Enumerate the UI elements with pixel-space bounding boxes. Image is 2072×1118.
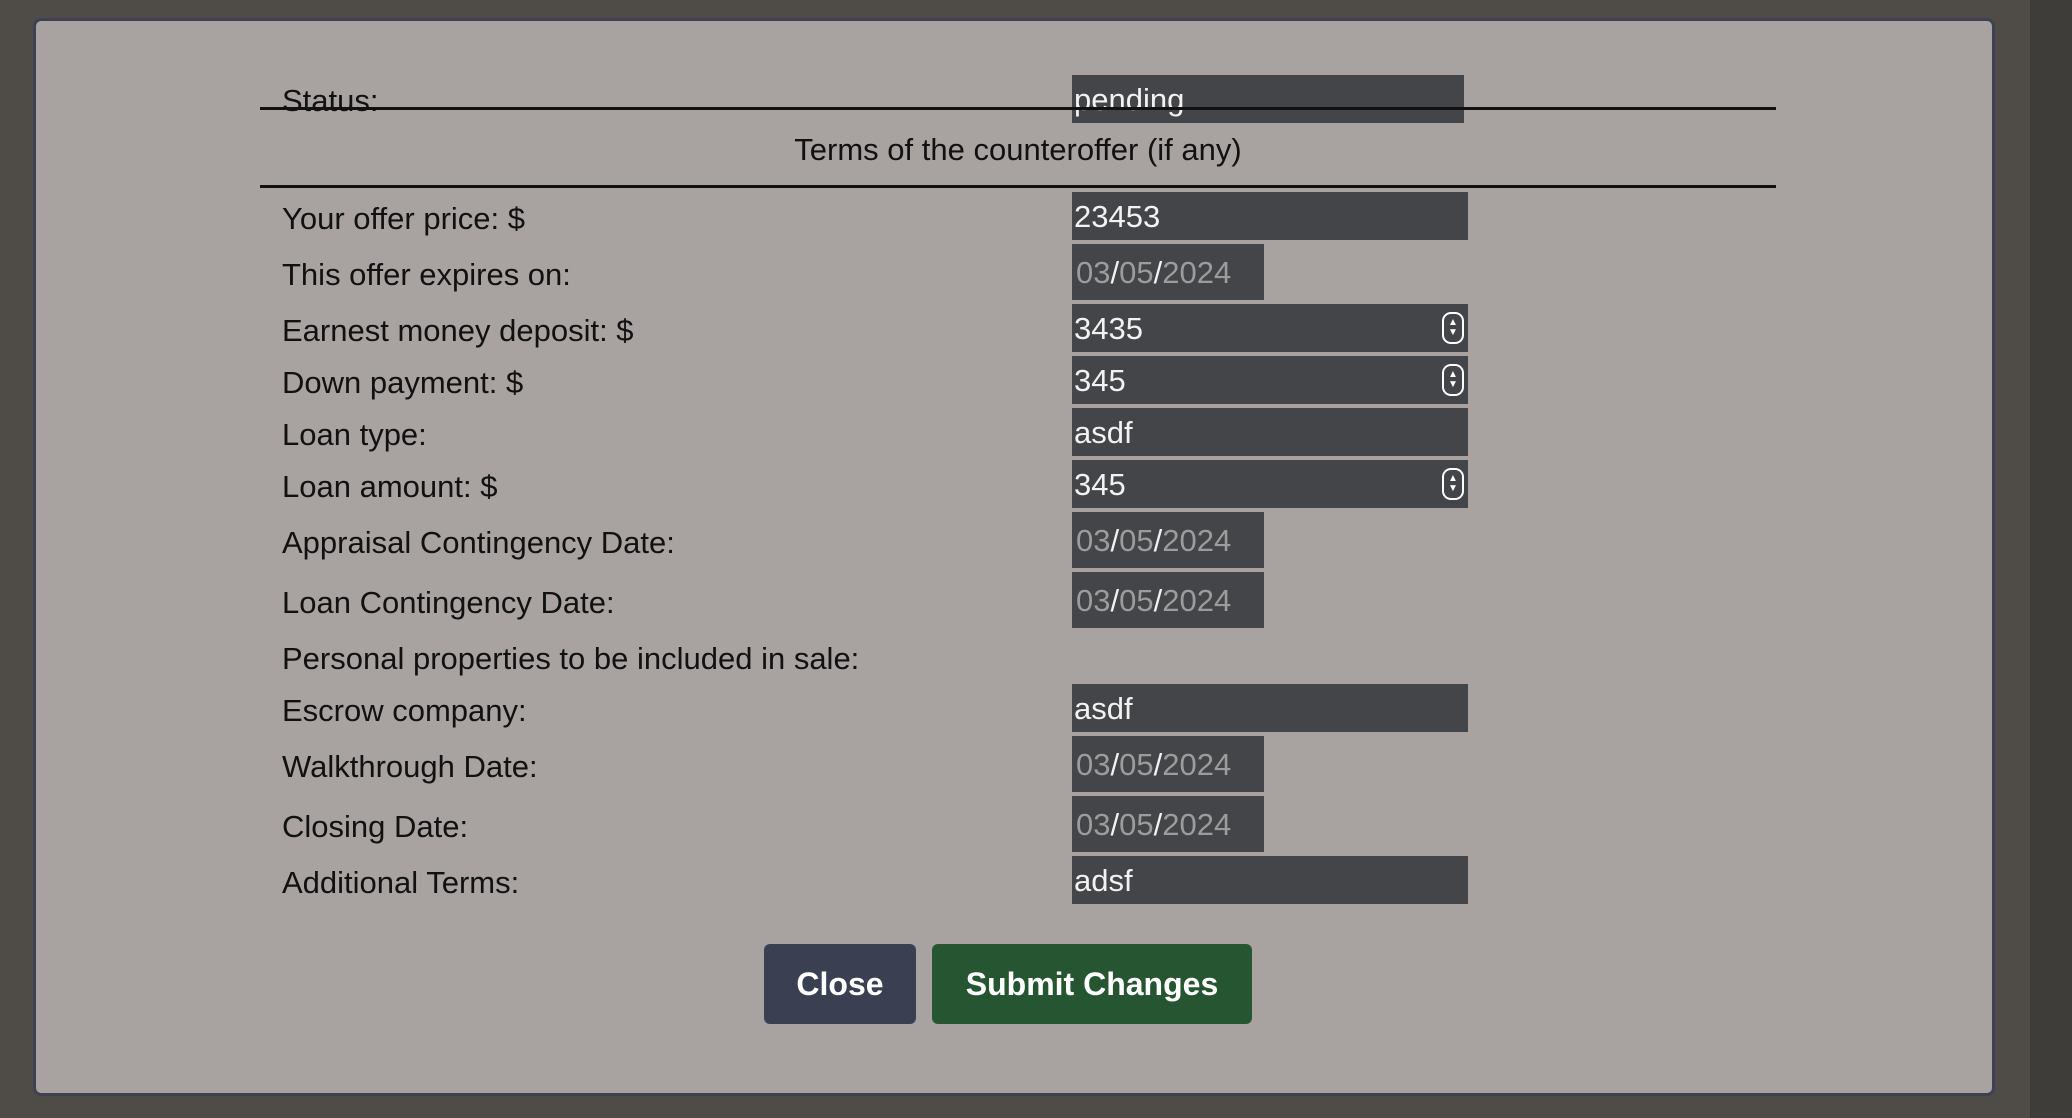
closing-day[interactable]: 05: [1119, 809, 1153, 840]
down-payment-label: Down payment: $: [282, 365, 524, 400]
close-button[interactable]: Close: [764, 944, 916, 1024]
loan-contingency-date-input[interactable]: 03/05/2024: [1072, 572, 1264, 628]
loan-contingency-month[interactable]: 03: [1076, 585, 1110, 616]
down-payment-input[interactable]: 345 ▲ ▼: [1072, 356, 1468, 404]
down-payment-stepper-icon[interactable]: ▲ ▼: [1442, 364, 1464, 396]
offer-price-label: Your offer price: $: [282, 201, 525, 236]
earnest-money-stepper-icon[interactable]: ▲ ▼: [1442, 312, 1464, 344]
additional-terms-label: Additional Terms:: [282, 865, 520, 900]
divider-top: [260, 107, 1776, 110]
loan-amount-stepper-icon[interactable]: ▲ ▼: [1442, 468, 1464, 500]
expires-on-date-input[interactable]: 03/05/2024: [1072, 244, 1264, 300]
loan-amount-label: Loan amount: $: [282, 469, 498, 504]
offer-price-value: 23453: [1074, 198, 1161, 234]
personal-properties-label: Personal properties to be included in sa…: [282, 641, 860, 676]
submit-changes-button[interactable]: Submit Changes: [932, 944, 1252, 1024]
walkthrough-date-input[interactable]: 03/05/2024: [1072, 736, 1264, 792]
walkthrough-date-label: Walkthrough Date:: [282, 749, 538, 784]
loan-type-input[interactable]: asdf: [1072, 408, 1468, 456]
section-title: Terms of the counteroffer (if any): [794, 132, 1242, 167]
status-label: Status:: [282, 83, 379, 118]
additional-terms-value: adsf: [1074, 862, 1133, 898]
walkthrough-month[interactable]: 03: [1076, 749, 1110, 780]
status-row: Status: pending: [260, 56, 1776, 123]
closing-date-label: Closing Date:: [282, 809, 469, 844]
escrow-company-input[interactable]: asdf: [1072, 684, 1468, 732]
walkthrough-day[interactable]: 05: [1119, 749, 1153, 780]
loan-contingency-year[interactable]: 2024: [1162, 585, 1231, 616]
earnest-money-value: 3435: [1074, 310, 1143, 346]
escrow-company-label: Escrow company:: [282, 693, 527, 728]
appraisal-date-label: Appraisal Contingency Date:: [282, 525, 675, 560]
expires-on-year[interactable]: 2024: [1162, 257, 1231, 288]
divider-bottom: [260, 185, 1776, 188]
loan-amount-value: 345: [1074, 466, 1126, 502]
closing-date-input[interactable]: 03/05/2024: [1072, 796, 1264, 852]
down-payment-value: 345: [1074, 362, 1126, 398]
escrow-company-value: asdf: [1074, 690, 1133, 726]
earnest-money-label: Earnest money deposit: $: [282, 313, 634, 348]
expires-on-label: This offer expires on:: [282, 257, 571, 292]
expires-on-day[interactable]: 05: [1119, 257, 1153, 288]
walkthrough-year[interactable]: 2024: [1162, 749, 1231, 780]
loan-amount-input[interactable]: 345 ▲ ▼: [1072, 460, 1468, 508]
earnest-money-input[interactable]: 3435 ▲ ▼: [1072, 304, 1468, 352]
loan-contingency-date-label: Loan Contingency Date:: [282, 585, 615, 620]
loan-type-value: asdf: [1074, 414, 1133, 450]
offer-price-input[interactable]: 23453: [1072, 192, 1468, 240]
loan-contingency-day[interactable]: 05: [1119, 585, 1153, 616]
closing-month[interactable]: 03: [1076, 809, 1110, 840]
appraisal-day[interactable]: 05: [1119, 525, 1153, 556]
status-field[interactable]: pending: [1072, 75, 1464, 123]
loan-type-label: Loan type:: [282, 417, 427, 452]
page-scrollbar[interactable]: [2030, 0, 2072, 1118]
expires-on-month[interactable]: 03: [1076, 257, 1110, 288]
appraisal-date-input[interactable]: 03/05/2024: [1072, 512, 1264, 568]
counteroffer-modal: Status: pending Terms of the counteroffe…: [33, 18, 1995, 1096]
additional-terms-input[interactable]: adsf: [1072, 856, 1468, 904]
appraisal-month[interactable]: 03: [1076, 525, 1110, 556]
appraisal-year[interactable]: 2024: [1162, 525, 1231, 556]
closing-year[interactable]: 2024: [1162, 809, 1231, 840]
